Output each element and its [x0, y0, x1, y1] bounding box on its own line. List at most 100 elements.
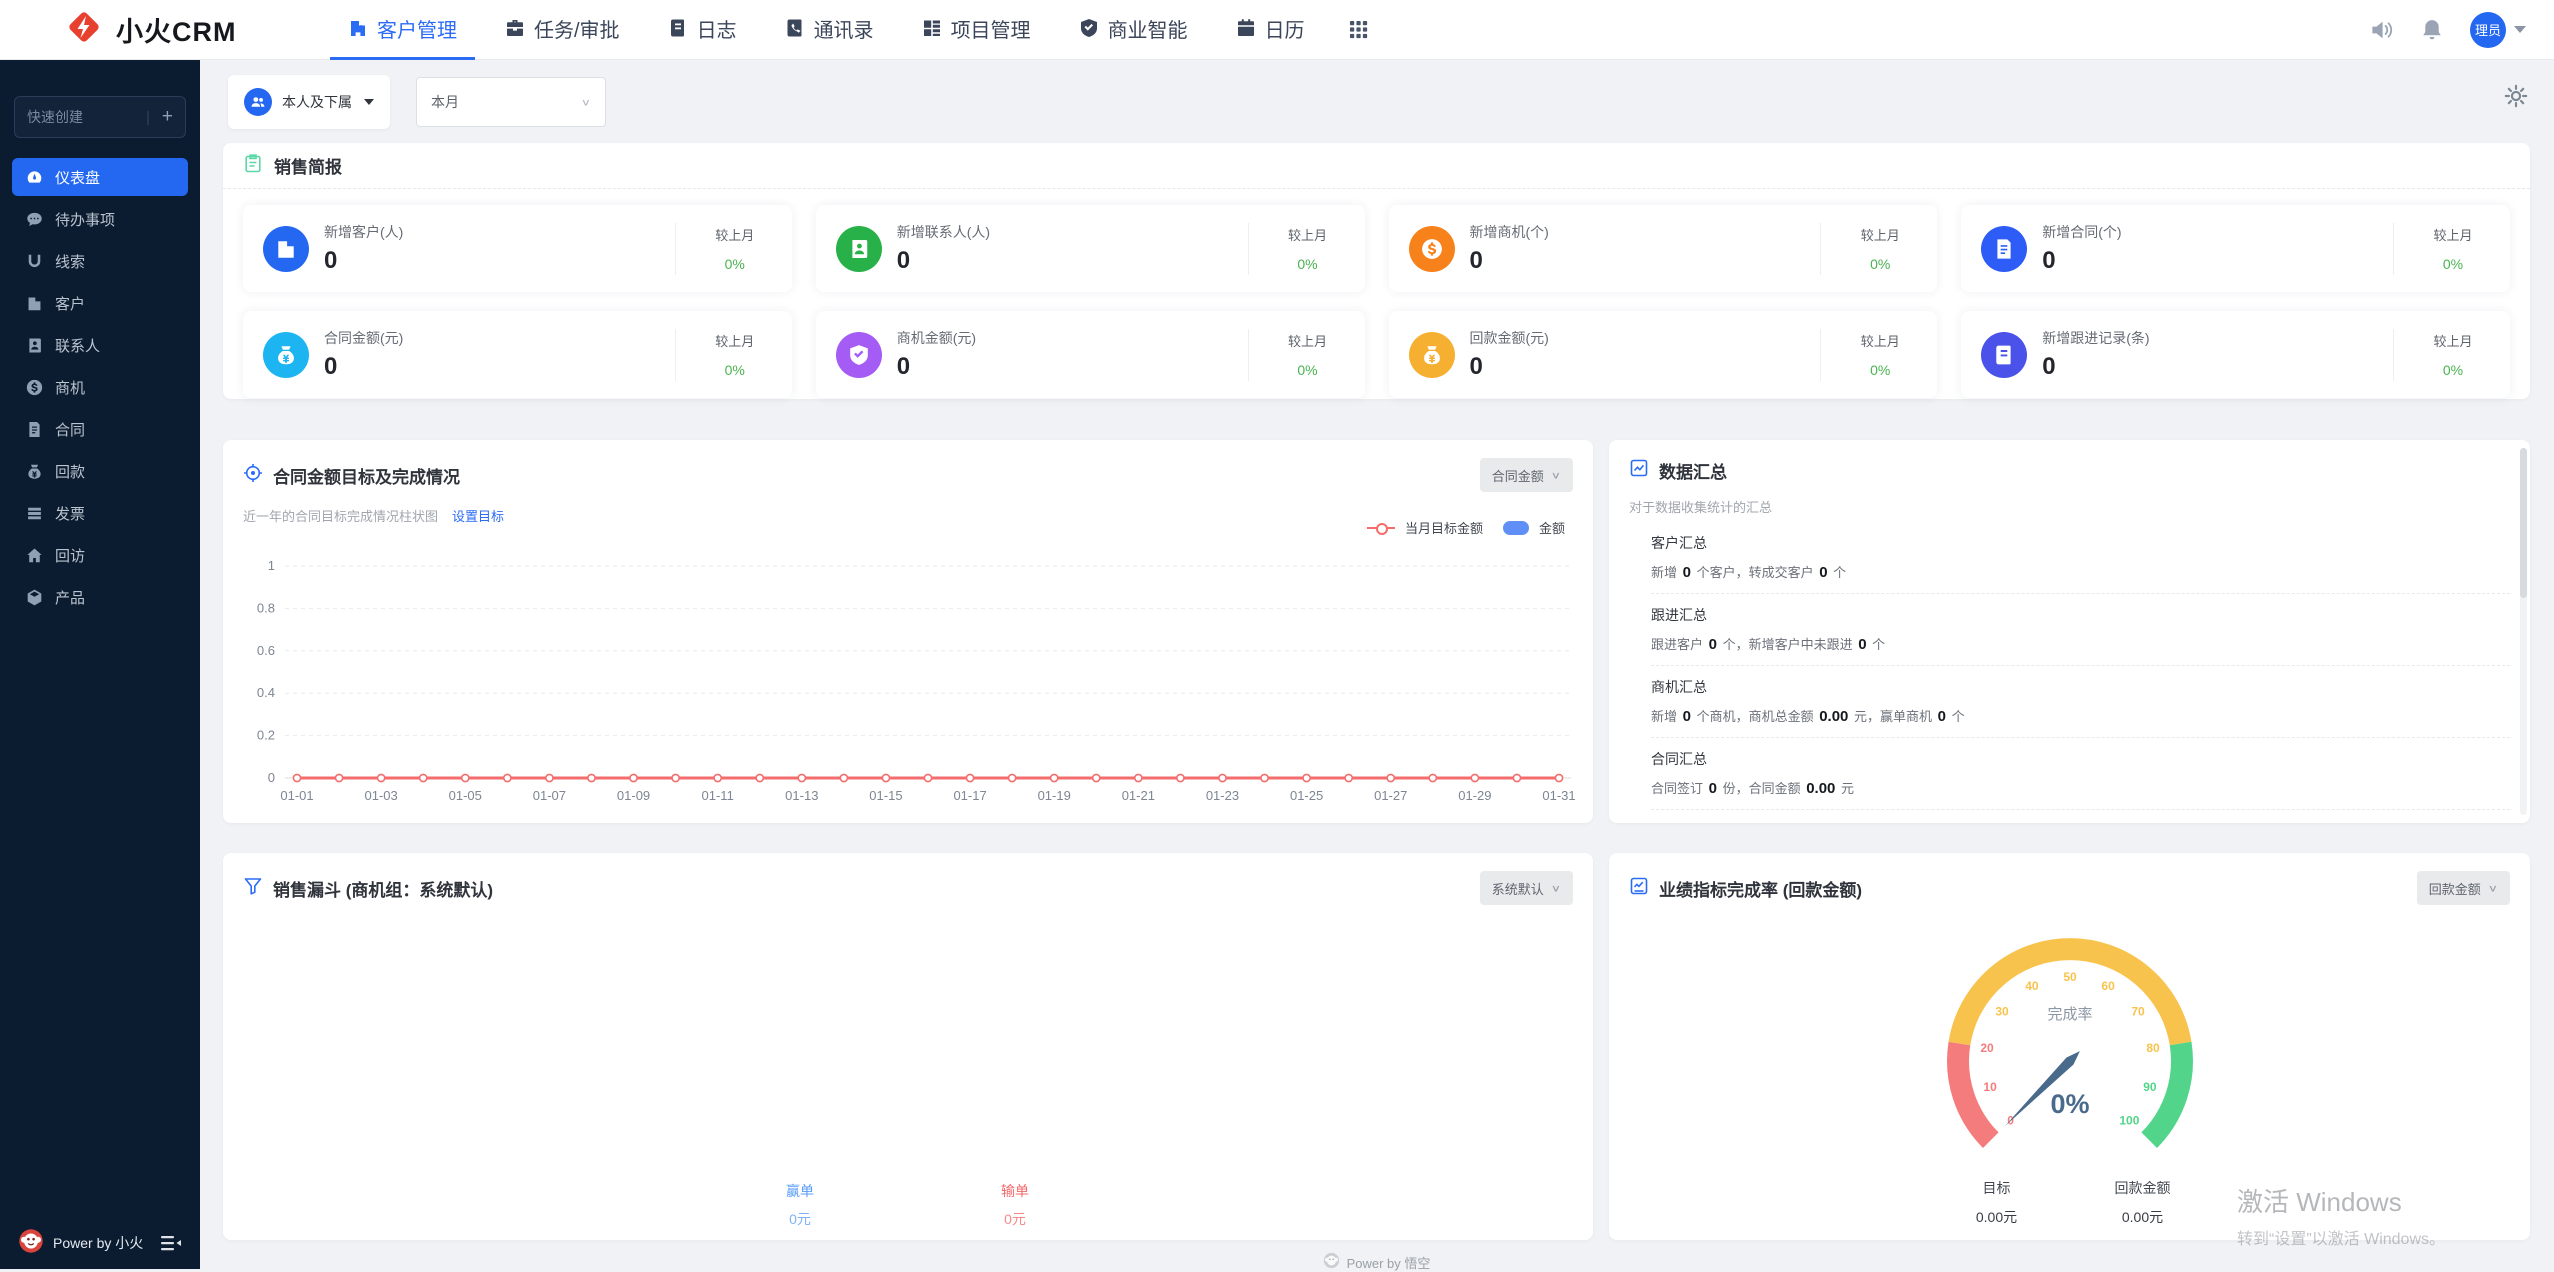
svg-text:01-11: 01-11 — [702, 788, 734, 803]
stat-card-4[interactable]: 合同金额(元)0较上月0% — [243, 311, 792, 398]
completion-gauge-chart: 0102030405060708090100完成率0% — [1840, 909, 2300, 1177]
compare-value: 0% — [2416, 362, 2490, 378]
users-icon — [244, 88, 272, 116]
funnel-lose-label: 输单 — [955, 1181, 1075, 1201]
stat-cards-grid: 新增客户(人)0较上月0% 新增联系人(人)0较上月0% 新增商机(个)0较上月0%… — [223, 189, 2530, 398]
stat-card-7[interactable]: 新增跟进记录(条)0较上月0% — [1961, 311, 2510, 398]
legend-line-marker — [1367, 527, 1395, 529]
scope-filter-button[interactable]: 本人及下属 — [228, 75, 390, 129]
customer-icon — [26, 295, 43, 312]
sidebar-item-3[interactable]: 客户 — [12, 284, 188, 322]
sidebar-item-5[interactable]: 商机 — [12, 368, 188, 406]
sidebar-item-6[interactable]: 合同 — [12, 410, 188, 448]
svg-text:01-29: 01-29 — [1458, 788, 1491, 803]
divider — [2393, 329, 2394, 381]
performance-gauge-header: 业绩指标完成率 (回款金额) 回款金额 ∨ — [1609, 853, 2530, 905]
sidebar-item-4[interactable]: 联系人 — [12, 326, 188, 364]
gauge-metric-dropdown[interactable]: 回款金额 ∨ — [2417, 871, 2510, 905]
gauge-stat-value: 0.00元 — [2087, 1207, 2199, 1227]
stat-card-0[interactable]: 新增客户(人)0较上月0% — [243, 205, 792, 292]
top-nav-item-3[interactable]: 通讯录 — [767, 0, 892, 60]
funnel-win-label: 赢单 — [740, 1181, 860, 1201]
compare-label: 较上月 — [1843, 225, 1917, 244]
sidebar-item-1[interactable]: 待办事项 — [12, 200, 188, 238]
stat-card-5[interactable]: 商机金额(元)0较上月0% — [816, 311, 1365, 398]
avatar[interactable]: 理员 — [2470, 12, 2506, 48]
performance-gauge-title: 业绩指标完成率 (回款金额) — [1659, 876, 1862, 901]
top-nav: 客户管理任务/审批日志通讯录项目管理商业智能 日历 — [330, 0, 1335, 60]
sidebar-footer: Power by 小火 — [0, 1217, 200, 1269]
chevron-down-icon: ∨ — [2488, 882, 2498, 894]
sidebar-item-8[interactable]: 发票 — [12, 494, 188, 532]
contract-amount-dropdown[interactable]: 合同金额 ∨ — [1480, 458, 1573, 492]
nav-calendar-icon — [1236, 18, 1256, 38]
summary-section-title: 客户汇总 — [1651, 533, 2510, 553]
summary-section-body: 新增 0 个客户，转成交客户 0 个 — [1651, 562, 2510, 581]
top-nav-item-1[interactable]: 任务/审批 — [487, 0, 638, 60]
nav-customer-icon — [348, 18, 368, 38]
business-icon — [1409, 226, 1455, 272]
sidebar: 快速创建 | + 仪表盘待办事项线索客户联系人商机合同回款发票回访产品 Powe… — [0, 60, 200, 1269]
compare-value: 0% — [698, 362, 772, 378]
summary-section-3: 合同汇总合同签订 0 份，合同金额 0.00 元 — [1651, 738, 2510, 810]
apps-grid-icon[interactable] — [1335, 20, 1382, 39]
top-nav-item-5[interactable]: 商业智能 — [1061, 0, 1206, 60]
app-logo[interactable]: 小火CRM — [0, 7, 330, 52]
nav-addressbook-icon — [785, 18, 805, 38]
svg-text:01-05: 01-05 — [449, 788, 482, 803]
sales-brief-panel: 销售简报 新增客户(人)0较上月0%新增联系人(人)0较上月0%新增商机(个)0… — [223, 143, 2530, 399]
top-nav-item-6[interactable]: 日历 — [1218, 0, 1323, 60]
funnel-win-stat[interactable]: 赢单 0元 — [740, 1181, 860, 1229]
svg-text:100: 100 — [2119, 1113, 2139, 1127]
monkey-icon — [1323, 1252, 1340, 1272]
data-summary-title: 数据汇总 — [1659, 458, 1727, 483]
sidebar-item-9[interactable]: 回访 — [12, 536, 188, 574]
customer-icon — [263, 226, 309, 272]
quick-create-button[interactable]: 快速创建 | + — [14, 96, 186, 138]
funnel-group-dropdown[interactable]: 系统默认 ∨ — [1480, 871, 1573, 905]
summary-scrollbar[interactable] — [2520, 448, 2527, 815]
funnel-win-value: 0元 — [740, 1209, 860, 1229]
summary-section-body: 新增 0 个商机，商机总金额 0.00 元，赢单商机 0 个 — [1651, 706, 2510, 725]
bell-icon[interactable] — [2420, 18, 2444, 42]
nav-task-icon — [505, 18, 525, 38]
sidebar-item-0[interactable]: 仪表盘 — [12, 158, 188, 196]
sidebar-item-label-1: 待办事项 — [55, 209, 115, 230]
stat-card-3[interactable]: 新增合同(个)0较上月0% — [1961, 205, 2510, 292]
funnel-lose-stat[interactable]: 输单 0元 — [955, 1181, 1075, 1229]
svg-text:0.4: 0.4 — [257, 685, 275, 700]
sidebar-item-10[interactable]: 产品 — [12, 578, 188, 616]
top-nav-item-4[interactable]: 项目管理 — [904, 0, 1049, 60]
contract-target-panel: 合同金额目标及完成情况 合同金额 ∨ 近一年的合同目标完成情况柱状图 设置目标 … — [223, 440, 1593, 823]
top-nav-label-6: 日历 — [1265, 14, 1305, 43]
stat-card-1[interactable]: 新增联系人(人)0较上月0% — [816, 205, 1365, 292]
collapse-menu-icon[interactable] — [160, 1232, 182, 1254]
stat-card-label: 新增客户(人) — [324, 222, 653, 242]
divider — [1248, 329, 1249, 381]
summary-section-title: 跟进汇总 — [1651, 605, 2510, 625]
stat-card-2[interactable]: 新增商机(个)0较上月0% — [1389, 205, 1938, 292]
nav-journal-icon — [1981, 332, 2027, 378]
sidebar-item-label-3: 客户 — [55, 293, 85, 314]
dashboard-settings-gear-icon[interactable] — [2504, 84, 2528, 113]
divider — [675, 329, 676, 381]
volume-icon[interactable] — [2370, 18, 2394, 42]
sidebar-item-label-5: 商机 — [55, 377, 85, 398]
funnel-lose-value: 0元 — [955, 1209, 1075, 1229]
top-nav-item-0[interactable]: 客户管理 — [330, 0, 475, 60]
performance-chart-icon — [1629, 876, 1649, 901]
set-target-link[interactable]: 设置目标 — [452, 506, 504, 525]
summary-scrollbar-thumb[interactable] — [2520, 448, 2527, 598]
user-menu[interactable]: 理员 — [2470, 12, 2526, 48]
period-select[interactable]: 本月 ∨ — [416, 77, 606, 127]
top-nav-item-2[interactable]: 日志 — [650, 0, 755, 60]
plus-icon[interactable]: + — [162, 106, 173, 128]
summary-section-title: 合同汇总 — [1651, 749, 2510, 769]
sidebar-item-7[interactable]: 回款 — [12, 452, 188, 490]
target-icon — [243, 463, 263, 488]
sidebar-item-2[interactable]: 线索 — [12, 242, 188, 280]
chevron-down-icon — [2514, 26, 2526, 33]
chart-legend[interactable]: 当月目标金额 金额 — [1367, 518, 1565, 537]
divider — [2393, 223, 2394, 275]
stat-card-6[interactable]: 回款金额(元)0较上月0% — [1389, 311, 1938, 398]
